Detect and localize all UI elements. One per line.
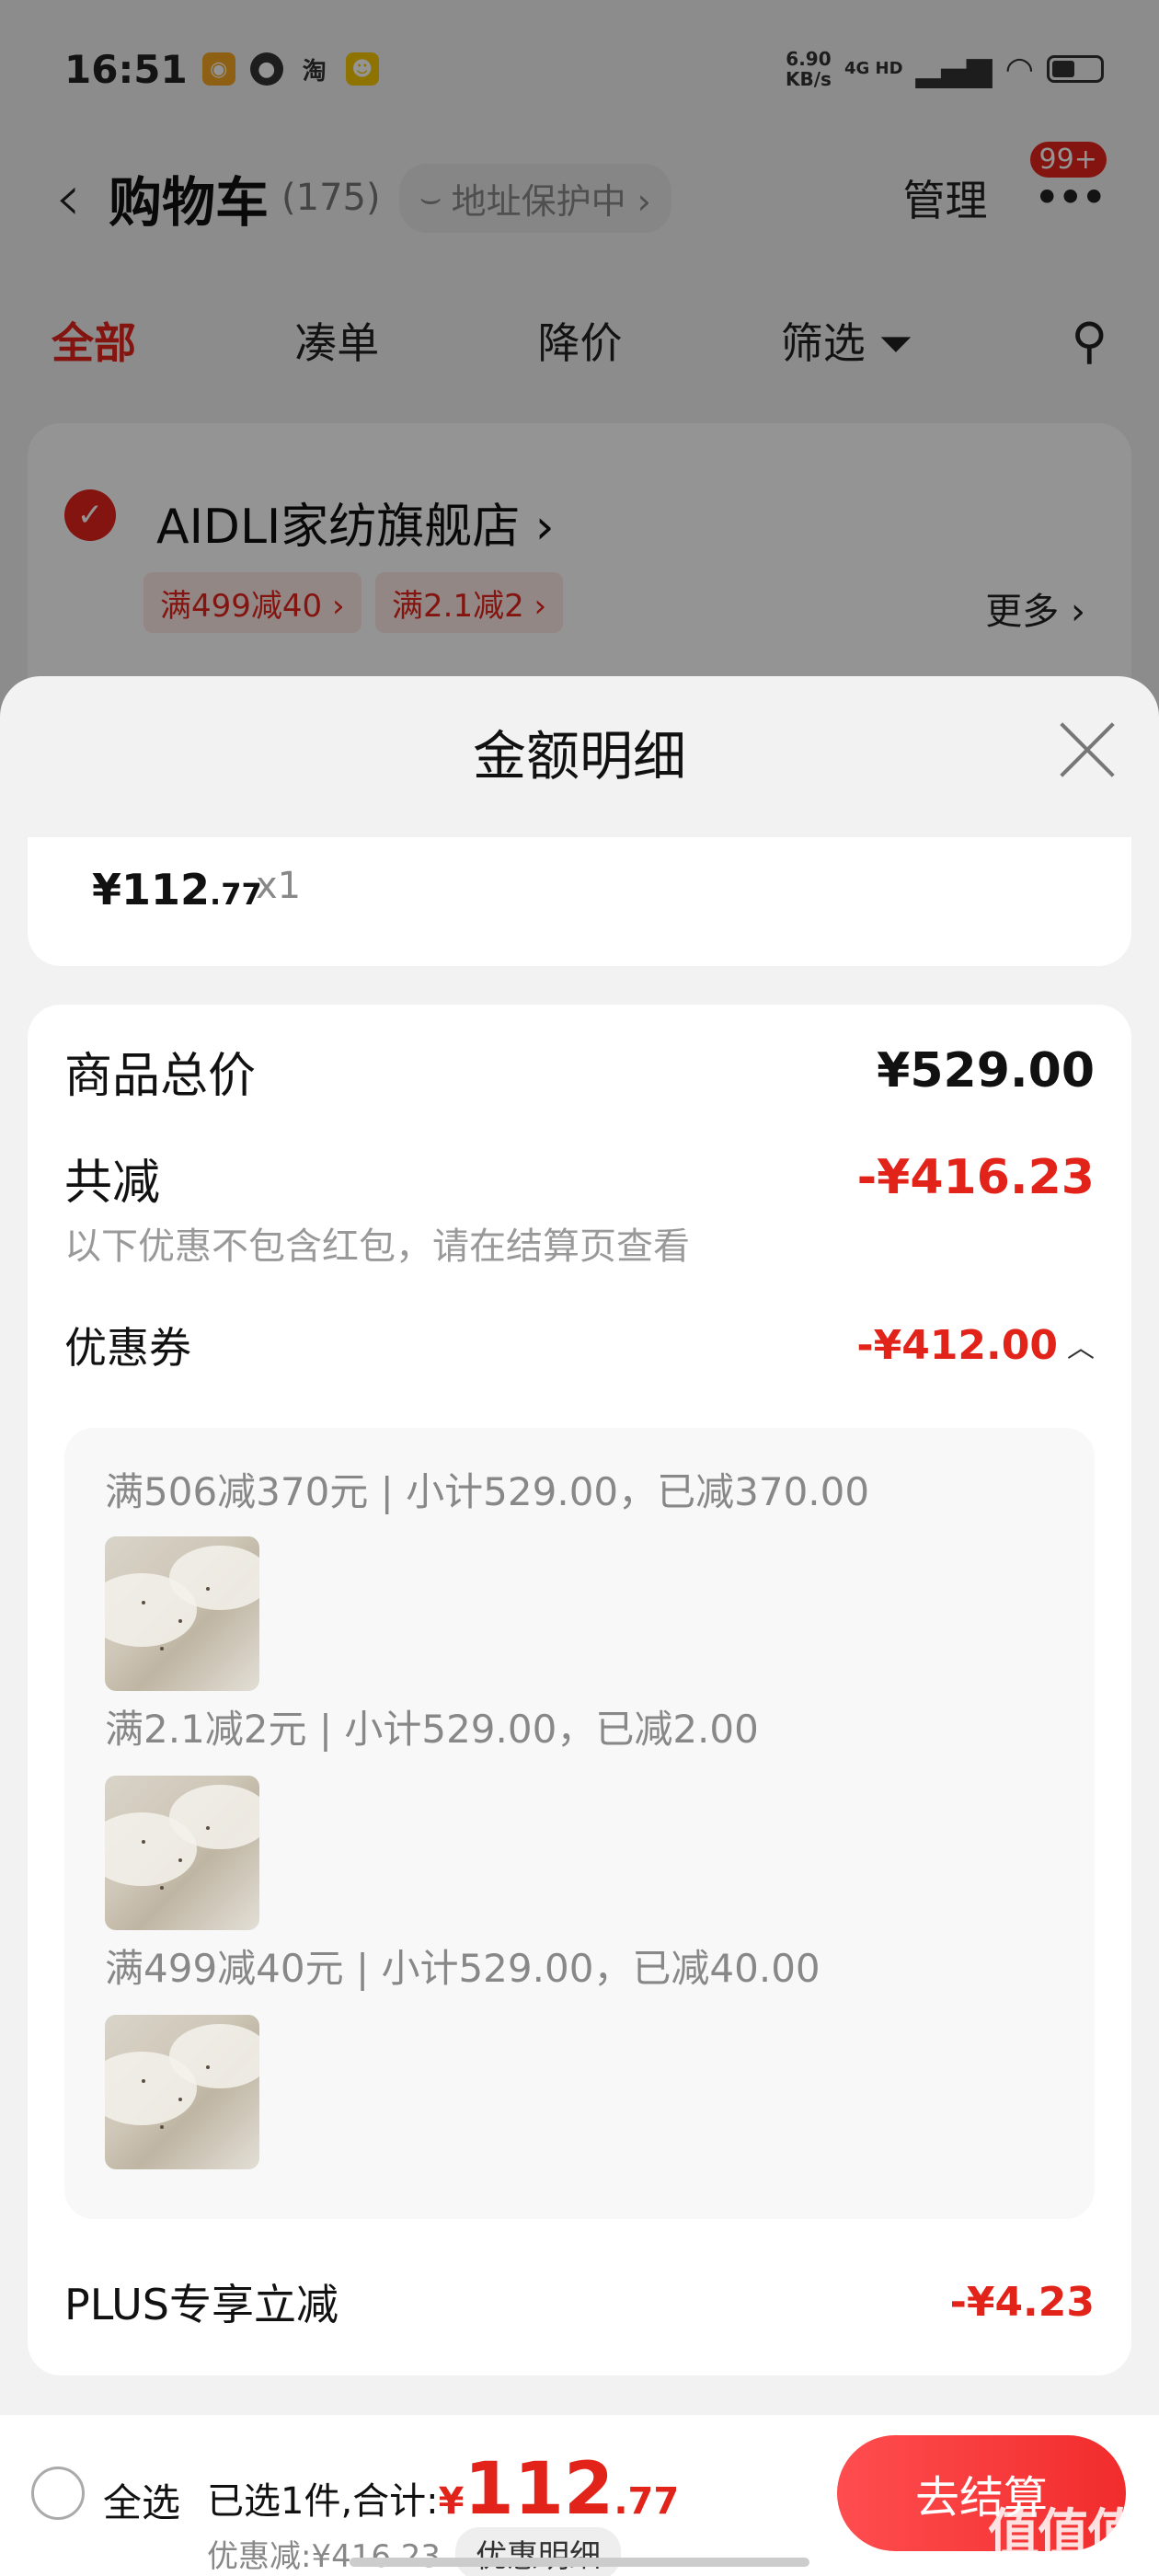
coupon-value: -¥412.00: [856, 1321, 1058, 1369]
total-value: ¥529.00: [877, 1043, 1095, 1098]
amount-detail-sheet: 金额明细 ¥112.77 x1 商品总价 ¥529.00 共减 -¥416.23…: [0, 676, 1159, 2576]
home-indicator[interactable]: [350, 2558, 809, 2567]
reduce-label: 共减: [64, 1155, 161, 1211]
item-card: ¥112.77 x1: [28, 837, 1131, 966]
reduce-value: -¥416.23: [856, 1150, 1095, 1205]
chevron-up-icon[interactable]: ︿: [1067, 1325, 1095, 1365]
plus-value: -¥4.23: [949, 2278, 1095, 2326]
checkout-bar: 全选 已选1件,合计: ¥ 112 .77 优惠减:¥416.23 优惠明细 去…: [0, 2415, 1159, 2576]
plus-row: PLUS专享立减 -¥4.23: [64, 2265, 1095, 2339]
total-price: 112: [464, 2448, 614, 2531]
product-thumbnail[interactable]: [105, 2015, 259, 2169]
coupon-list: 满506减370元 | 小计529.00，已减370.00 满2.1减2元 | …: [64, 1428, 1095, 2219]
coupon-line-1: 满506减370元 | 小计529.00，已减370.00: [105, 1469, 870, 1514]
price-detail-card: 商品总价 ¥529.00 共减 -¥416.23 以下优惠不包含红包，请在结算页…: [28, 1005, 1131, 2375]
discount-summary: 优惠减:¥416.23 优惠明细: [207, 2527, 622, 2576]
modal-overlay[interactable]: [0, 0, 1159, 718]
product-thumbnail[interactable]: [105, 1536, 259, 1691]
coupon-label: 优惠券: [64, 1323, 191, 1373]
item-price: ¥112.77: [92, 865, 262, 914]
reduce-note: 以下优惠不包含红包，请在结算页查看: [64, 1225, 690, 1268]
coupon-row[interactable]: 优惠券 -¥412.00 ︿: [64, 1308, 1095, 1382]
watermark-url: zhizhizhi.com: [1019, 2553, 1131, 2572]
reduce-row: 共减 -¥416.23: [64, 1141, 1095, 1214]
plus-label: PLUS专享立减: [64, 2280, 339, 2329]
coupon-line-3: 满499减40元 | 小计529.00，已减40.00: [105, 1946, 820, 1991]
item-quantity: x1: [256, 865, 302, 907]
total-row: 商品总价 ¥529.00: [64, 1032, 1095, 1110]
sheet-title: 金额明细: [472, 725, 686, 788]
total-label: 商品总价: [64, 1048, 257, 1104]
total-summary: 已选1件,合计: ¥ 112 .77: [207, 2448, 680, 2531]
product-thumbnail[interactable]: [105, 1776, 259, 1930]
select-all-label[interactable]: 全选: [103, 2472, 180, 2528]
discount-detail-button[interactable]: 优惠明细: [455, 2527, 622, 2576]
select-all-radio[interactable]: [31, 2467, 85, 2520]
coupon-line-2: 满2.1减2元 | 小计529.00，已减2.00: [105, 1707, 759, 1752]
close-icon[interactable]: [1058, 720, 1117, 779]
